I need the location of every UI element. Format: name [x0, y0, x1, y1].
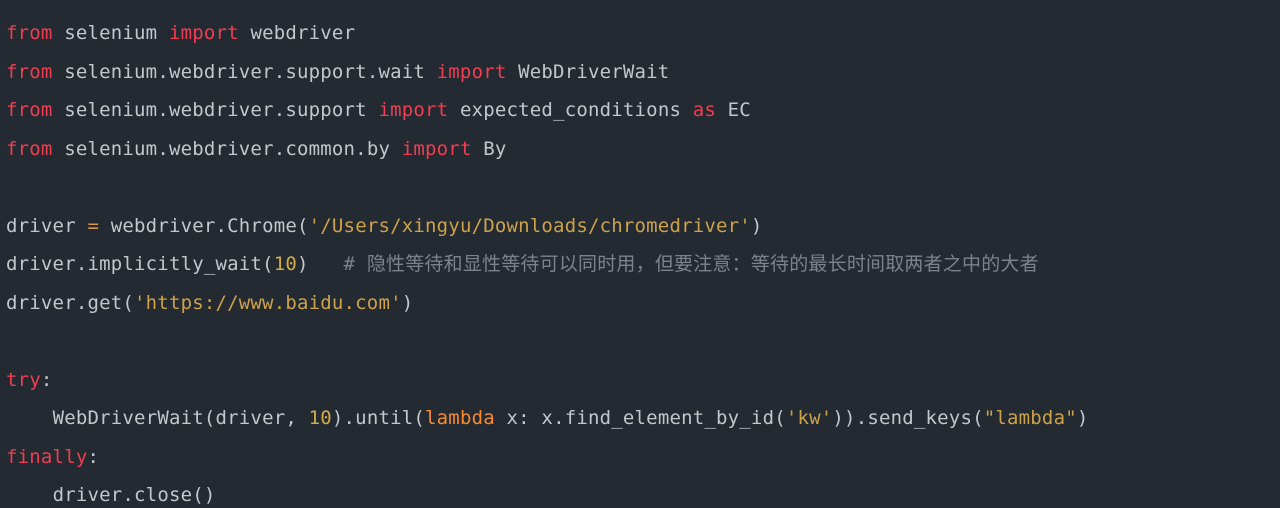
code-line: driver = webdriver.Chrome('/Users/xingyu…: [6, 215, 763, 237]
string-literal: 'kw': [786, 407, 833, 429]
keyword-from: from: [6, 99, 53, 121]
keyword-import: import: [378, 99, 448, 121]
keyword-from: from: [6, 61, 53, 83]
code-line: WebDriverWait(driver, 10).until(lambda x…: [6, 407, 1089, 429]
module-name: selenium.webdriver.common.by: [64, 138, 390, 160]
code-line: from selenium.webdriver.support import e…: [6, 99, 751, 121]
import-name: expected_conditions: [460, 99, 681, 121]
indent: [6, 484, 53, 506]
code-line: from selenium.webdriver.common.by import…: [6, 138, 507, 160]
import-name: webdriver: [250, 22, 355, 44]
paren-close: ): [751, 215, 763, 237]
call-expr: ).until(: [332, 407, 425, 429]
call-expr: driver.get(: [6, 292, 134, 314]
keyword-from: from: [6, 138, 53, 160]
assign-op: =: [87, 215, 99, 237]
number-literal: 10: [274, 253, 297, 275]
blank-line: [6, 330, 18, 352]
paren-close: ): [1077, 407, 1089, 429]
paren-close: ): [402, 292, 414, 314]
code-line: from selenium.webdriver.support.wait imp…: [6, 61, 669, 83]
module-name: selenium.webdriver.support: [64, 99, 367, 121]
call-expr: driver.implicitly_wait(: [6, 253, 274, 275]
import-name: WebDriverWait: [518, 61, 669, 83]
module-name: selenium.webdriver.support.wait: [64, 61, 425, 83]
keyword-lambda: lambda: [425, 407, 495, 429]
comment-text: 隐性等待和显性等待可以同时用，但要注意：等待的最长时间取两者之中的大者: [355, 253, 1039, 275]
keyword-finally: finally: [6, 446, 87, 468]
call-expr: WebDriverWait(driver,: [53, 407, 309, 429]
code-line: driver.close(): [6, 484, 216, 506]
code-line: driver.implicitly_wait(10) # 隐性等待和显性等待可以…: [6, 253, 1039, 275]
import-name: By: [483, 138, 506, 160]
code-line: try:: [6, 369, 53, 391]
module-name: selenium: [64, 22, 157, 44]
keyword-from: from: [6, 22, 53, 44]
call-expr: )).send_keys(: [832, 407, 983, 429]
keyword-import: import: [169, 22, 239, 44]
string-literal: '/Users/xingyu/Downloads/chromedriver': [309, 215, 751, 237]
alias-name: EC: [728, 99, 751, 121]
indent: [6, 407, 53, 429]
code-line: driver.get('https://www.baidu.com'): [6, 292, 413, 314]
string-literal: "lambda": [984, 407, 1077, 429]
call-expr: webdriver.Chrome(: [99, 215, 309, 237]
paren-close: ): [297, 253, 344, 275]
call-expr: driver.close(): [53, 484, 216, 506]
code-line: from selenium import webdriver: [6, 22, 355, 44]
keyword-import: import: [437, 61, 507, 83]
keyword-as: as: [693, 99, 716, 121]
colon: :: [41, 369, 53, 391]
lambda-body: x: x.find_element_by_id(: [495, 407, 786, 429]
number-literal: 10: [309, 407, 332, 429]
identifier: driver: [6, 215, 87, 237]
colon: :: [87, 446, 99, 468]
code-editor[interactable]: from selenium import webdriver from sele…: [0, 0, 1280, 508]
blank-line: [6, 176, 18, 198]
comment-hash: #: [344, 253, 356, 275]
keyword-import: import: [402, 138, 472, 160]
string-literal: 'https://www.baidu.com': [134, 292, 402, 314]
code-line: finally:: [6, 446, 99, 468]
keyword-try: try: [6, 369, 41, 391]
